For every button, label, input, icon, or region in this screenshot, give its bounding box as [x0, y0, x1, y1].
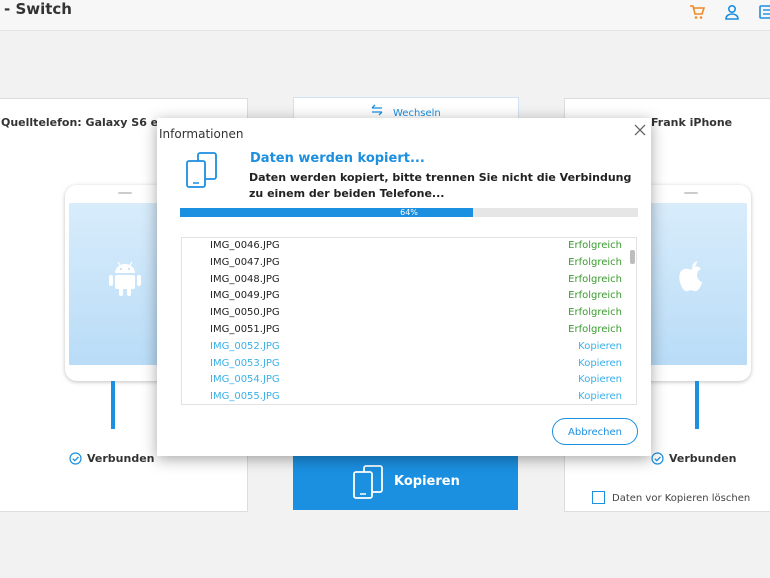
dialog-title: Informationen: [159, 127, 244, 141]
source-connected-status: Verbunden: [69, 452, 155, 465]
file-row: IMG_0048.JPG Erfolgreich: [210, 274, 636, 290]
file-status: Kopieren: [578, 357, 622, 369]
user-icon[interactable]: [723, 3, 741, 21]
progress-text: 64%: [400, 208, 418, 217]
cancel-button[interactable]: Abbrechen: [552, 418, 638, 445]
copy-button[interactable]: Kopieren: [293, 455, 518, 510]
app-title: - Switch: [4, 0, 72, 18]
android-icon: [109, 261, 141, 296]
menu-icon[interactable]: [758, 3, 770, 21]
file-status: Erfolgreich: [568, 273, 622, 285]
target-phone-label: Frank iPhone: [651, 116, 733, 129]
file-row: IMG_0052.JPG Kopieren: [210, 341, 636, 357]
file-status: Erfolgreich: [568, 307, 622, 319]
file-row: IMG_0055.JPG Kopieren: [210, 391, 636, 404]
file-row: IMG_0053.JPG Kopieren: [210, 358, 636, 374]
file-row: IMG_0047.JPG Erfolgreich: [210, 257, 636, 273]
file-status: Erfolgreich: [568, 290, 622, 302]
file-row: IMG_0049.JPG Erfolgreich: [210, 290, 636, 306]
cart-icon[interactable]: [688, 3, 706, 21]
copy-phones-icon: [186, 152, 217, 188]
file-name: IMG_0046.JPG: [210, 240, 280, 251]
clear-data-checkbox[interactable]: [592, 491, 605, 504]
check-circle-icon: [69, 452, 82, 465]
source-phone-label: Quelltelefon: Galaxy S6 edge: [1, 116, 182, 129]
usb-cable: [111, 381, 115, 429]
file-row: IMG_0050.JPG Erfolgreich: [210, 307, 636, 323]
title-bar: - Switch: [0, 0, 770, 31]
target-connected-status: Verbunden: [651, 452, 737, 465]
file-name: IMG_0053.JPG: [210, 357, 280, 369]
file-row: IMG_0046.JPG Erfolgreich: [210, 240, 636, 256]
apple-icon: [679, 261, 702, 292]
file-status: Kopieren: [578, 340, 622, 352]
file-status: Erfolgreich: [568, 256, 622, 268]
progress-bar: 64%: [180, 208, 638, 217]
file-name: IMG_0049.JPG: [210, 290, 280, 302]
file-status: Erfolgreich: [568, 324, 622, 335]
close-icon[interactable]: [633, 123, 647, 137]
check-circle-icon: [651, 452, 664, 465]
file-row: IMG_0054.JPG Kopieren: [210, 374, 636, 390]
copy-button-label: Kopieren: [394, 474, 460, 489]
clear-data-label: Daten vor Kopieren löschen: [612, 493, 751, 504]
dialog-heading: Daten werden kopiert...: [250, 151, 425, 166]
file-name: IMG_0050.JPG: [210, 307, 280, 319]
file-name: IMG_0055.JPG: [210, 391, 280, 403]
file-name: IMG_0054.JPG: [210, 374, 280, 386]
copy-progress-dialog: Informationen Daten werden kopiert... Da…: [157, 118, 651, 456]
file-list[interactable]: IMG_0046.JPG Erfolgreich IMG_0047.JPG Erfol…: [181, 237, 637, 405]
file-row: IMG_0051.JPG Erfolgreich: [210, 324, 636, 340]
clear-data-option[interactable]: Daten vor Kopieren löschen: [592, 491, 750, 504]
copy-phones-icon: [353, 465, 383, 499]
file-name: IMG_0047.JPG: [210, 256, 280, 268]
file-status: Erfolgreich: [568, 240, 622, 251]
file-name: IMG_0052.JPG: [210, 340, 280, 352]
source-connected-label: Verbunden: [87, 452, 155, 465]
file-name: IMG_0051.JPG: [210, 324, 280, 335]
file-name: IMG_0048.JPG: [210, 273, 280, 285]
target-connected-label: Verbunden: [669, 452, 737, 465]
file-status: Kopieren: [578, 374, 622, 386]
swap-icon: [371, 104, 383, 116]
file-status: Kopieren: [578, 391, 622, 403]
dialog-message: Daten werden kopiert, bitte trennen Sie …: [249, 171, 632, 200]
usb-cable: [695, 381, 699, 429]
